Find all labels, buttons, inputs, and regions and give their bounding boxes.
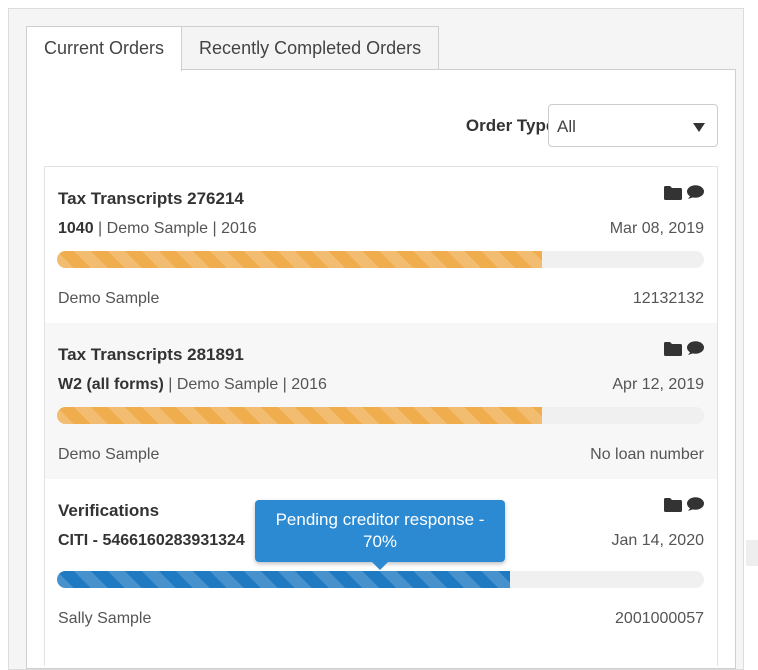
comment-icon[interactable] bbox=[686, 341, 704, 356]
order-title[interactable]: Tax Transcripts 281891 bbox=[58, 345, 244, 365]
tooltip-status-text: Pending creditor response - bbox=[275, 510, 485, 529]
folder-icon[interactable] bbox=[664, 185, 682, 200]
order-item[interactable]: Tax Transcripts 276214 1040 | Demo Sampl… bbox=[45, 167, 717, 323]
order-form-type: 1040 bbox=[58, 220, 94, 237]
order-date: Mar 08, 2019 bbox=[609, 220, 704, 237]
caret-down-icon bbox=[693, 123, 705, 132]
order-tabs: Current Orders Recently Completed Orders bbox=[26, 26, 440, 71]
order-date: Apr 12, 2019 bbox=[612, 376, 704, 393]
folder-icon[interactable] bbox=[664, 497, 682, 512]
order-icons bbox=[664, 185, 704, 200]
tab-recently-completed-orders[interactable]: Recently Completed Orders bbox=[182, 26, 440, 69]
order-subtitle: CITI - 5466160283931324 bbox=[58, 532, 245, 550]
scrollbar-track[interactable] bbox=[746, 540, 758, 566]
tab-current-orders[interactable]: Current Orders bbox=[26, 26, 183, 71]
order-type-select[interactable]: All bbox=[548, 104, 718, 147]
order-date: Jan 14, 2020 bbox=[611, 532, 704, 549]
order-loan-number: No loan number bbox=[590, 446, 704, 463]
order-progress-fill bbox=[57, 407, 543, 424]
orders-list: Tax Transcripts 276214 1040 | Demo Sampl… bbox=[44, 166, 718, 666]
order-form-type: W2 (all forms) bbox=[58, 376, 164, 393]
order-progress-bar[interactable] bbox=[57, 407, 704, 424]
order-loan-number: 2001000057 bbox=[615, 610, 704, 627]
comment-icon[interactable] bbox=[686, 497, 704, 512]
folder-icon[interactable] bbox=[664, 341, 682, 356]
order-subtitle: 1040 | Demo Sample | 2016 bbox=[58, 220, 257, 238]
order-subtitle-rest: | Demo Sample | 2016 bbox=[93, 220, 257, 237]
order-account: CITI - 5466160283931324 bbox=[58, 532, 245, 549]
order-type-selected-value: All bbox=[557, 117, 576, 136]
order-title[interactable]: Verifications bbox=[58, 501, 159, 521]
order-item[interactable]: Tax Transcripts 281891 W2 (all forms) | … bbox=[45, 323, 717, 479]
order-progress-bar[interactable] bbox=[57, 251, 704, 268]
order-borrower-name: Demo Sample bbox=[58, 446, 160, 463]
order-borrower-name: Sally Sample bbox=[58, 610, 152, 627]
order-progress-bar[interactable] bbox=[57, 571, 704, 588]
order-icons bbox=[664, 497, 704, 512]
order-subtitle-rest: | Demo Sample | 2016 bbox=[163, 376, 327, 393]
order-icons bbox=[664, 341, 704, 356]
order-loan-number: 12132132 bbox=[632, 290, 704, 307]
tooltip-percent-text: 70% bbox=[362, 532, 398, 551]
progress-tooltip: Pending creditor response - 70% bbox=[255, 500, 505, 570]
order-type-label: Order Type: bbox=[465, 116, 561, 135]
order-progress-fill bbox=[57, 251, 543, 268]
order-progress-fill bbox=[57, 571, 510, 588]
comment-icon[interactable] bbox=[686, 185, 704, 200]
order-title[interactable]: Tax Transcripts 276214 bbox=[58, 189, 244, 209]
order-borrower-name: Demo Sample bbox=[58, 290, 160, 307]
order-subtitle: W2 (all forms) | Demo Sample | 2016 bbox=[58, 376, 327, 394]
